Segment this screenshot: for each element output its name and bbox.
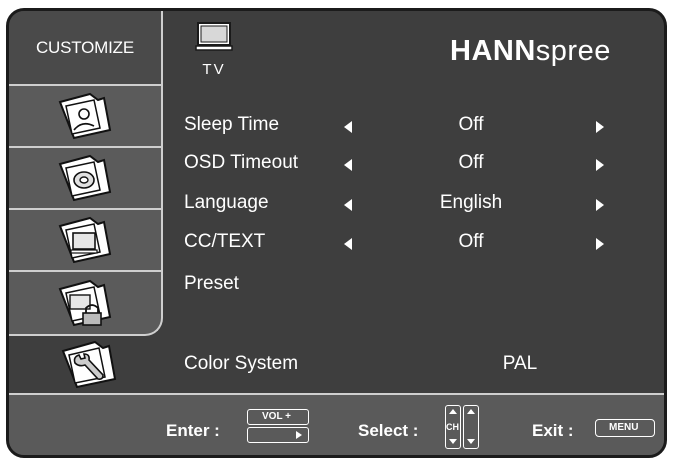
- brand-logo: HANNspree: [450, 35, 611, 68]
- menu-row-value: PAL: [502, 353, 538, 374]
- menu-row-label: Sleep Time: [184, 114, 280, 135]
- source-label: TV: [202, 61, 226, 78]
- screen-display-icon: [58, 216, 112, 264]
- menu-row-value: Off: [458, 231, 484, 252]
- sidebar-item-display[interactable]: [9, 210, 161, 272]
- vol-key-label: VOL +: [262, 411, 291, 422]
- select-label: Select :: [358, 421, 419, 440]
- arrow-left-icon[interactable]: [344, 159, 352, 171]
- menu-title: CUSTOMIZE: [9, 11, 163, 86]
- sidebar-item-parental-lock[interactable]: [9, 272, 161, 334]
- brand-bold: HANN: [450, 35, 536, 67]
- arrow-right-icon[interactable]: [596, 238, 604, 250]
- menu-row-cc-text[interactable]: CC/TEXT Off: [184, 231, 614, 259]
- tv-icon: [195, 22, 233, 51]
- sidebar: [9, 86, 163, 336]
- menu-row-label: Language: [184, 192, 269, 213]
- arrow-left-icon[interactable]: [344, 199, 352, 211]
- audio-disc-icon: [58, 154, 112, 202]
- sidebar-item-setup-active[interactable]: [9, 333, 169, 395]
- menu-key: MENU: [595, 419, 655, 437]
- menu-row-osd-timeout[interactable]: OSD Timeout Off: [184, 152, 614, 180]
- menu-row-value: Off: [458, 152, 484, 173]
- menu-row-label: OSD Timeout: [184, 152, 299, 173]
- vol-plus-key: VOL +: [247, 409, 309, 425]
- menu-row-sleep-time[interactable]: Sleep Time Off: [184, 114, 614, 142]
- menu-key-label: MENU: [609, 422, 639, 433]
- arrow-right-icon[interactable]: [596, 159, 604, 171]
- sidebar-item-picture[interactable]: [9, 86, 161, 148]
- arrow-left-icon[interactable]: [344, 121, 352, 133]
- arrow-left-icon[interactable]: [344, 238, 352, 250]
- footer-key-guide: Enter : VOL + Select : CH Exit : MENU: [9, 395, 664, 455]
- arrow-right-icon[interactable]: [596, 121, 604, 133]
- menu-row-color-system[interactable]: Color System PAL: [184, 353, 614, 381]
- brand-light: spree: [535, 35, 611, 67]
- sidebar-item-audio[interactable]: [9, 148, 161, 210]
- menu-row-label: Color System: [184, 353, 299, 374]
- play-arrow-icon: [296, 431, 302, 439]
- ch-key: CH: [445, 405, 461, 449]
- menu-row-value: Off: [458, 114, 484, 135]
- menu-row-preset[interactable]: Preset: [184, 273, 614, 301]
- ch-key-secondary: [463, 405, 479, 449]
- ch-key-label: CH: [446, 422, 459, 432]
- menu-row-label: CC/TEXT: [184, 231, 266, 252]
- up-arrow-icon: [467, 409, 475, 414]
- arrow-right-icon[interactable]: [596, 199, 604, 211]
- up-arrow-icon: [449, 409, 457, 414]
- enter-label: Enter :: [166, 421, 220, 440]
- down-arrow-icon: [467, 439, 475, 444]
- parental-lock-icon: [58, 279, 112, 327]
- menu-row-value: English: [439, 192, 503, 213]
- osd-menu-panel: CUSTOMIZE TV HANNspree Sleep Time Off OS…: [6, 8, 667, 458]
- user-photo-icon: [58, 92, 112, 140]
- vol-right-key: [247, 427, 309, 443]
- source-indicator: TV: [194, 21, 234, 83]
- menu-row-label: Preset: [184, 273, 239, 294]
- tools-wrench-icon: [61, 340, 117, 389]
- down-arrow-icon: [449, 439, 457, 444]
- exit-label: Exit :: [532, 421, 574, 440]
- menu-row-language[interactable]: Language English: [184, 192, 614, 220]
